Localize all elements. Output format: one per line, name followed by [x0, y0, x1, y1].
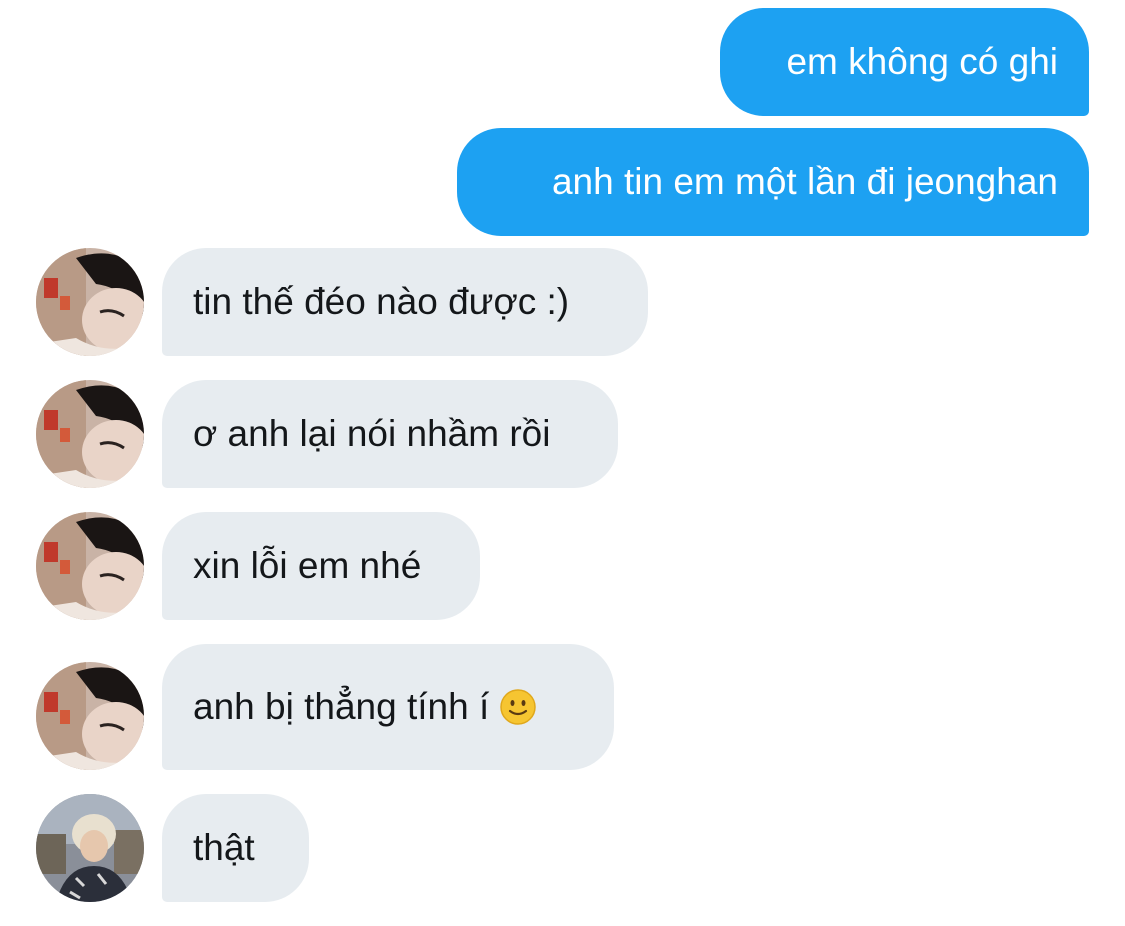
message-text: thật: [193, 827, 255, 868]
profile-photo: [36, 794, 144, 902]
message-text: tin thế đéo nào được :): [193, 281, 570, 322]
incoming-message-bubble[interactable]: tin thế đéo nào được :): [162, 248, 648, 356]
incoming-message-bubble[interactable]: xin lỗi em nhé: [162, 512, 480, 620]
avatar[interactable]: [36, 662, 144, 770]
message-text: xin lỗi em nhé: [193, 545, 422, 586]
slightly-smiling-face-icon: [500, 689, 536, 725]
outgoing-message-bubble[interactable]: em không có ghi: [720, 8, 1089, 116]
message-text: ơ anh lại nói nhầm rồi: [193, 413, 551, 454]
avatar[interactable]: [36, 380, 144, 488]
message-text: anh bị thẳng tính í: [193, 686, 490, 727]
profile-photo: [36, 662, 144, 770]
profile-photo: [36, 380, 144, 488]
message-text: anh tin em một lần đi jeonghan: [551, 161, 1058, 202]
avatar[interactable]: [36, 248, 144, 356]
message-thread: em không có ghi anh tin em một lần đi je…: [0, 0, 1125, 926]
avatar[interactable]: [36, 794, 144, 902]
avatar[interactable]: [36, 512, 144, 620]
message-text: em không có ghi: [786, 41, 1058, 82]
profile-photo: [36, 512, 144, 620]
outgoing-message-bubble[interactable]: anh tin em một lần đi jeonghan: [457, 128, 1089, 236]
incoming-message-bubble[interactable]: ơ anh lại nói nhầm rồi: [162, 380, 618, 488]
profile-photo: [36, 248, 144, 356]
incoming-message-bubble[interactable]: thật: [162, 794, 309, 902]
incoming-message-bubble[interactable]: anh bị thẳng tính í: [162, 644, 614, 770]
